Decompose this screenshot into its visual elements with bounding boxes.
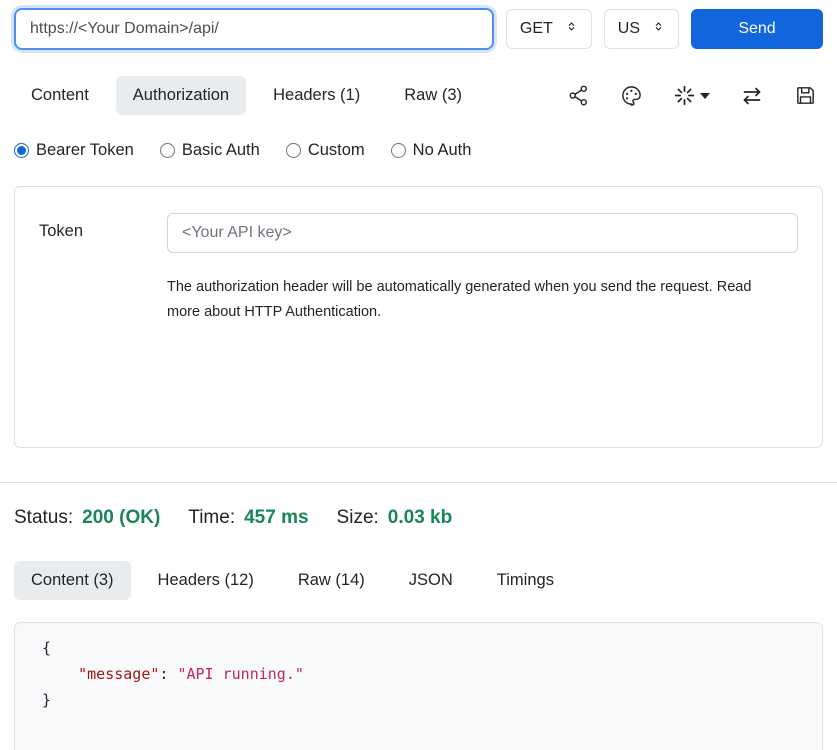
request-tabs: Content Authorization Headers (1) Raw (3… [14,76,479,115]
status-label: Status: [14,507,73,529]
radio-basic-auth[interactable]: Basic Auth [160,141,260,160]
chevron-expand-icon [652,20,665,38]
caret-down-icon [700,93,710,99]
token-label: Token [39,213,167,421]
json-brace-open: { [42,639,51,657]
tab-raw[interactable]: Raw (3) [387,76,479,115]
tab-authorization[interactable]: Authorization [116,76,246,115]
swap-arrows-icon[interactable] [740,84,764,108]
code-line: { [42,636,795,662]
response-status-row: Status: 200 (OK) Time: 457 ms Size: 0.03… [14,507,823,529]
method-select-value: GET [520,20,553,38]
json-indent [42,665,78,683]
save-icon[interactable] [794,84,817,107]
json-separator: : [159,665,177,683]
method-select[interactable]: GET [506,9,592,49]
code-line: } [42,688,795,714]
api-client-page: GET US Send Content Authorization [0,0,837,750]
radio-label: No Auth [413,141,472,160]
region-select-value: US [618,20,640,38]
time-value: 457 ms [244,507,308,529]
region-select[interactable]: US [604,9,679,49]
tab-response-timings[interactable]: Timings [480,561,571,600]
time-metric: Time: 457 ms [188,507,308,529]
tab-response-content[interactable]: Content (3) [14,561,131,600]
request-tabs-row: Content Authorization Headers (1) Raw (3… [14,76,823,115]
radio-icon [14,143,29,158]
url-input[interactable] [14,8,494,50]
share-icon[interactable] [567,84,590,107]
auth-type-row: Bearer Token Basic Auth Custom No Auth [14,141,823,160]
divider [0,482,837,483]
tab-headers[interactable]: Headers (1) [256,76,377,115]
radio-label: Basic Auth [182,141,260,160]
code-line: "message": "API running." [42,662,795,688]
tab-response-headers[interactable]: Headers (12) [141,561,271,600]
tab-response-json[interactable]: JSON [392,561,470,600]
toolbar [567,84,823,108]
json-string-value: "API running." [177,665,303,683]
response-body-panel: { "message": "API running." } [14,622,823,750]
tab-content[interactable]: Content [14,76,106,115]
size-value: 0.03 kb [388,507,452,529]
size-metric: Size: 0.03 kb [337,507,453,529]
size-label: Size: [337,507,379,529]
response-tabs: Content (3) Headers (12) Raw (14) JSON T… [14,561,823,600]
radio-custom[interactable]: Custom [286,141,365,160]
json-brace-close: } [42,691,51,709]
chevron-expand-icon [565,20,578,38]
palette-icon[interactable] [620,84,643,107]
radio-bearer-token[interactable]: Bearer Token [14,141,134,160]
radio-label: Custom [308,141,365,160]
send-button[interactable]: Send [691,9,823,49]
status-metric: Status: 200 (OK) [14,507,160,529]
time-label: Time: [188,507,235,529]
status-value: 200 (OK) [82,507,160,529]
token-panel: Token The authorization header will be a… [14,186,823,448]
radio-no-auth[interactable]: No Auth [391,141,472,160]
token-input[interactable] [167,213,798,253]
request-bar: GET US Send [14,8,823,50]
json-key: "message" [78,665,159,683]
radio-icon [391,143,406,158]
radio-icon [286,143,301,158]
magic-wand-icon[interactable] [673,84,710,107]
tab-response-raw[interactable]: Raw (14) [281,561,382,600]
token-help-text: The authorization header will be automat… [167,275,759,326]
token-main: The authorization header will be automat… [167,213,798,421]
radio-label: Bearer Token [36,141,134,160]
radio-icon [160,143,175,158]
